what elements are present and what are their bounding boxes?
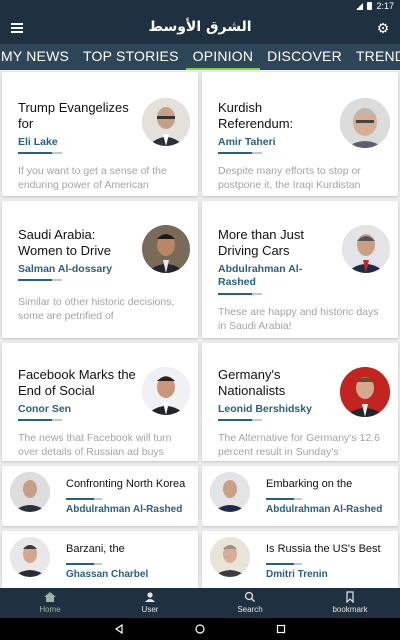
article-author: Leonid Bershidsky [218, 403, 312, 415]
author-avatar [340, 367, 390, 417]
article-card[interactable]: More than Just Driving Cars Abdulrahman … [202, 201, 398, 338]
article-title: Barzani, the [66, 543, 125, 555]
article-author: Abdulrahman Al-Rashed [66, 504, 183, 515]
article-excerpt: Similar to other historic decisions, som… [18, 296, 175, 322]
user-icon [145, 592, 155, 602]
article-card[interactable]: Trump Evangelizes for Eli Lake If you wa… [2, 72, 198, 196]
recents-icon[interactable] [276, 624, 286, 634]
tab-opinion[interactable]: OPINION [185, 44, 261, 70]
article-author: Abdulrahman Al-Rashed [218, 263, 303, 288]
bookmark-icon [346, 591, 354, 603]
article-author: Eli Lake [18, 136, 58, 148]
article-title: Is Russia the US's Best [266, 543, 381, 555]
author-avatar [142, 98, 190, 146]
article-author: Abdulrahman Al-Rashed [266, 504, 383, 515]
author-underline [266, 498, 302, 500]
back-icon[interactable] [114, 624, 124, 634]
tab-my-news[interactable]: MY NEWS [0, 44, 76, 70]
tab-trending[interactable]: TRENDING [349, 44, 400, 70]
system-nav-bar [0, 618, 400, 640]
article-author: Ghassan Charbel [66, 569, 149, 580]
nav-home[interactable]: Home [0, 588, 100, 618]
author-avatar [342, 225, 390, 273]
author-avatar [10, 537, 50, 577]
nav-user[interactable]: User [100, 588, 200, 618]
app-logo: الشرق الأوسط [148, 19, 252, 35]
gear-icon[interactable]: ⚙ [376, 21, 390, 35]
article-author: Dmitri Trenin [266, 569, 328, 580]
author-avatar [210, 472, 250, 512]
article-title: Kurdish Referendum: [218, 100, 294, 131]
article-card[interactable]: Facebook Marks the End of Social Conor S… [2, 343, 198, 461]
home-icon [44, 592, 56, 602]
author-avatar [10, 472, 50, 512]
author-avatar [142, 225, 190, 273]
nav-bookmark[interactable]: bookmark [300, 588, 400, 618]
article-title: Trump Evangelizes for [18, 100, 129, 131]
author-underline [218, 419, 262, 421]
article-card[interactable]: Kurdish Referendum: Amir Taheri Despite … [202, 72, 398, 196]
article-row[interactable]: Barzani, the Ghassan Charbel [2, 531, 198, 588]
opinion-feed: Trump Evangelizes for Eli Lake If you wa… [0, 70, 400, 588]
article-card[interactable]: Saudi Arabia: Women to Drive Salman Al-d… [2, 201, 198, 338]
author-underline [18, 279, 62, 281]
article-author: Conor Sen [18, 403, 72, 415]
tab-discover[interactable]: DISCOVER [260, 44, 349, 70]
nav-bookmark-label: bookmark [332, 605, 368, 614]
article-card[interactable]: Germany's Nationalists Leonid Bershidsky… [202, 343, 398, 461]
article-excerpt: These are happy and historic days in Sau… [218, 306, 379, 332]
status-bar: 2:17 [0, 0, 400, 12]
article-excerpt: The Alternative for Germany's 12.6 perce… [218, 432, 380, 458]
author-avatar [340, 98, 390, 148]
nav-search[interactable]: Search [200, 588, 300, 618]
article-author: Salman Al-dossary [18, 263, 113, 275]
article-title: Saudi Arabia: Women to Drive [18, 227, 111, 258]
search-icon [244, 591, 255, 602]
article-excerpt: If you want to get a sense of the enduri… [18, 165, 167, 191]
article-excerpt: Despite many efforts to stop or postpone… [218, 165, 361, 191]
battery-icon [367, 2, 373, 10]
author-underline [218, 152, 262, 154]
signal-icon [356, 2, 364, 10]
author-underline [66, 563, 102, 565]
article-row[interactable]: Embarking on the Abdulrahman Al-Rashed [202, 466, 398, 526]
tab-top-stories[interactable]: TOP STORIES [76, 44, 186, 70]
author-underline [18, 419, 62, 421]
app-bar: الشرق الأوسط ⚙ [0, 12, 400, 44]
author-underline [266, 563, 302, 565]
status-time: 2:17 [376, 1, 394, 11]
article-title: Embarking on the [266, 478, 353, 490]
author-underline [218, 293, 262, 295]
article-title: Germany's Nationalists [218, 367, 286, 398]
author-avatar [142, 367, 190, 415]
author-avatar [210, 537, 250, 577]
article-author: Amir Taheri [218, 136, 276, 148]
home-button-icon[interactable] [195, 624, 205, 634]
author-underline [18, 152, 62, 154]
nav-home-label: Home [39, 605, 61, 614]
article-row[interactable]: Is Russia the US's Best Dmitri Trenin [202, 531, 398, 588]
article-title: Confronting North Korea [66, 478, 186, 490]
nav-user-label: User [141, 605, 159, 614]
author-underline [66, 498, 102, 500]
article-row[interactable]: Confronting North Korea Abdulrahman Al-R… [2, 466, 198, 526]
article-excerpt: The news that Facebook will turn over de… [18, 432, 172, 458]
section-tabs: MY NEWS TOP STORIES OPINION DISCOVER TRE… [0, 44, 400, 70]
article-title: Facebook Marks the End of Social [18, 367, 136, 398]
nav-search-label: Search [237, 605, 263, 614]
bottom-nav: Home User Search bookmark [0, 588, 400, 618]
article-title: More than Just Driving Cars [218, 227, 304, 258]
